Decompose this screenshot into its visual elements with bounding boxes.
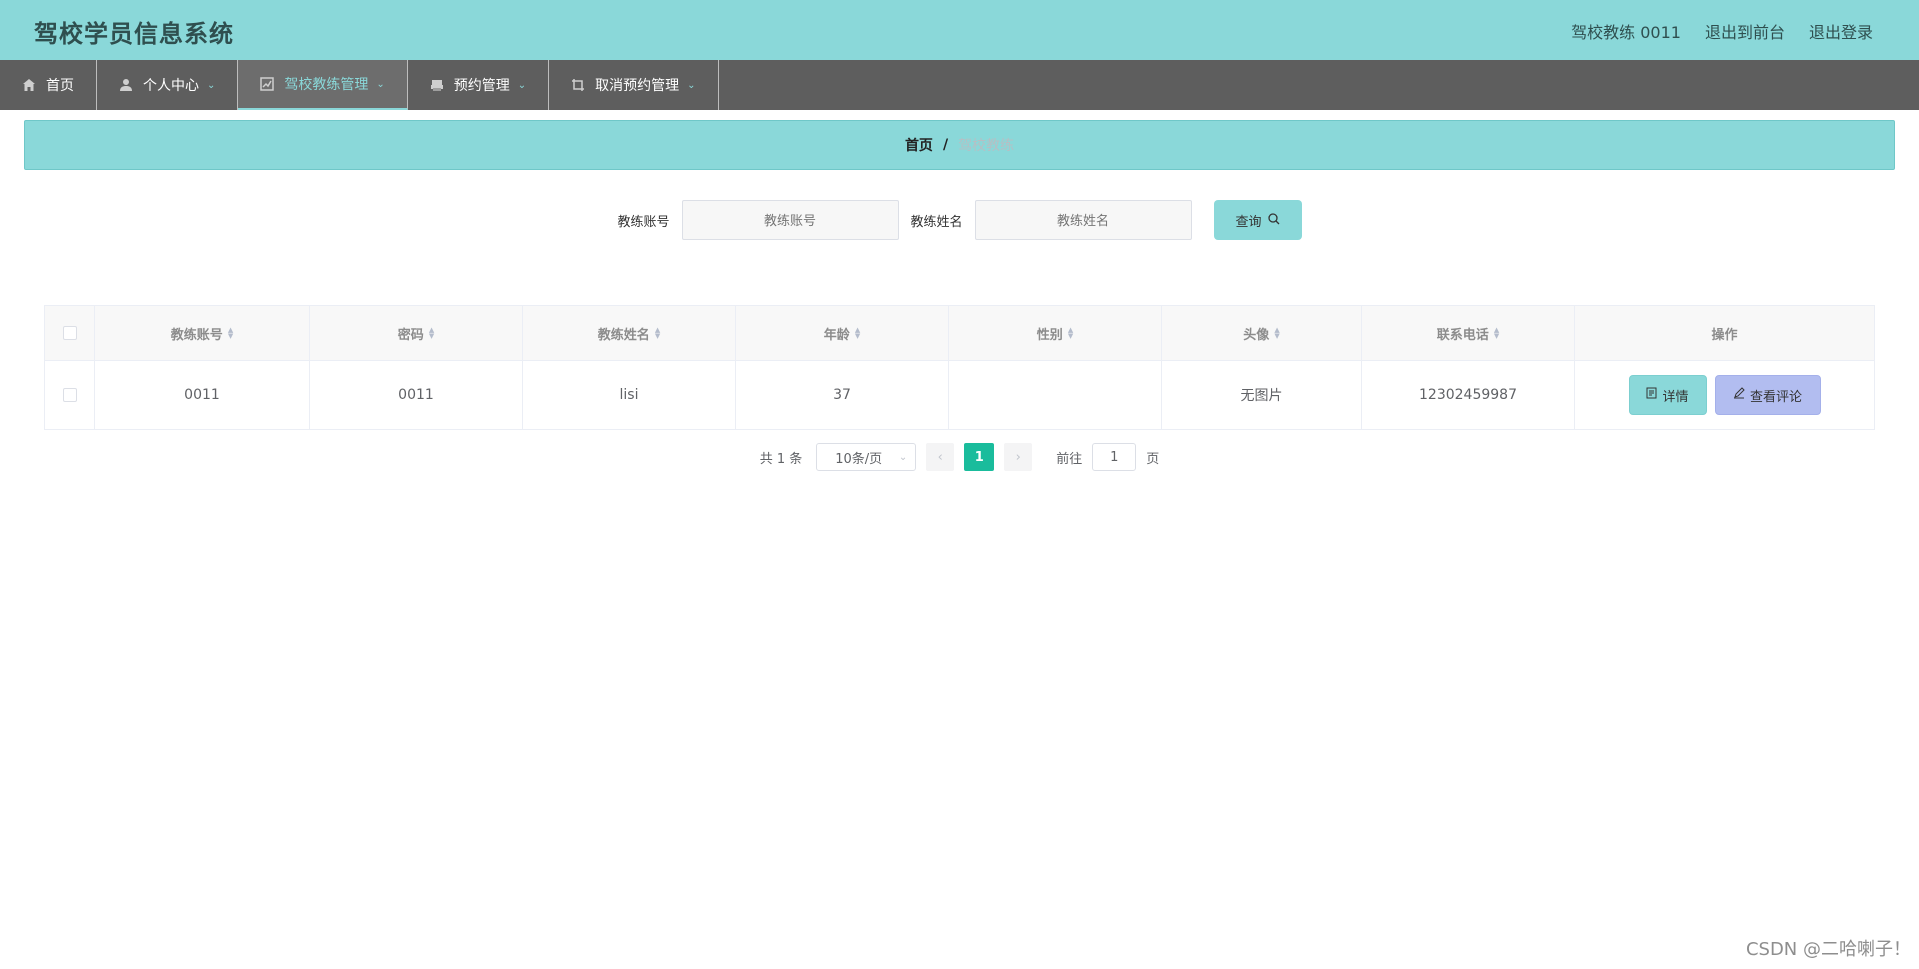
account-search-input[interactable] [681, 200, 899, 240]
view-reviews-label: 查看评论 [1749, 389, 1802, 405]
cell-age: 37 [736, 361, 949, 429]
header-phone[interactable]: 联系电话 ▲ ▼ [1362, 306, 1575, 360]
page-number-current[interactable]: 1 [964, 443, 995, 471]
chevron-right-icon: › [1015, 449, 1021, 465]
exit-to-front-link[interactable]: 退出到前台 [1705, 19, 1785, 43]
sort-icon[interactable]: ▲ ▼ [1274, 327, 1279, 340]
sort-icon[interactable]: ▲ ▼ [429, 327, 434, 340]
cell-name: lisi [523, 361, 736, 429]
sort-icon[interactable]: ▲ ▼ [1494, 327, 1499, 340]
total-count: 共 1 条 [759, 451, 803, 467]
pagination: 共 1 条 10条/页 ⌄ ‹ 1 › 前往 1 页 [24, 442, 1895, 472]
cell-password: 0011 [310, 361, 523, 429]
goto-page-input[interactable]: 1 [1092, 443, 1137, 471]
header-label: 性别 [1036, 327, 1063, 343]
header-name[interactable]: 教练姓名 ▲ ▼ [523, 306, 736, 360]
printer-icon [430, 78, 444, 92]
nav-item-personal-center[interactable]: 个人中心 ⌄ [97, 60, 239, 110]
coach-table: 教练账号 ▲ ▼ 密码 ▲ ▼ 教练姓名 ▲ ▼ 年龄 ▲ ▼ 性别 ▲ ▼ 头像 ▲ ▼ [44, 305, 1875, 430]
header-label: 头像 [1243, 327, 1270, 343]
nav-item-cancel-appointment-management[interactable]: 取消预约管理 ⌄ [549, 60, 719, 110]
select-all-cell [45, 306, 95, 360]
chevron-down-icon: ⌄ [517, 79, 527, 91]
select-all-checkbox[interactable] [62, 326, 77, 340]
main-panel: 教练账号 教练姓名 查询 教练账号 ▲▼ 密码 ▲▼ 教练姓名 [24, 180, 1895, 490]
chart-icon [260, 77, 275, 91]
header-label: 年龄 [823, 327, 850, 343]
table-row: 0011 0011 lisi 37 无图片 12302459987 详情 查看评… [45, 361, 1874, 429]
header-password[interactable]: 密码 ▲ ▼ [310, 306, 523, 360]
nav-label: 首页 [46, 78, 74, 94]
nav-item-coach-management[interactable]: 驾校教练管理 ⌄ [238, 60, 408, 110]
name-label: 教练姓名 [910, 214, 963, 230]
header-label: 教练姓名 [597, 327, 650, 343]
cell-avatar: 无图片 [1162, 361, 1362, 429]
page-suffix: 页 [1146, 451, 1160, 467]
header-links: 驾校教练 0011 退出到前台 退出登录 [1571, 19, 1873, 43]
search-icon [1267, 212, 1280, 228]
view-reviews-button[interactable]: 查看评论 [1714, 375, 1821, 415]
header-label: 操作 [1711, 327, 1738, 343]
document-icon [1646, 387, 1657, 403]
header-age[interactable]: 年龄 ▲ ▼ [736, 306, 949, 360]
header-label: 教练账号 [170, 327, 223, 343]
header-gender[interactable]: 性别 ▲ ▼ [949, 306, 1162, 360]
watermark: CSDN @二哈喇子！ [1745, 939, 1911, 960]
name-search-input[interactable] [974, 200, 1192, 240]
page-size-select[interactable]: 10条/页 ⌄ [816, 443, 917, 471]
search-bar: 教练账号 教练姓名 查询 [24, 180, 1895, 260]
crop-icon [571, 78, 585, 92]
sort-icon[interactable]: ▲ ▼ [855, 327, 860, 340]
logout-link[interactable]: 退出登录 [1809, 19, 1873, 43]
cell-gender [949, 361, 1162, 429]
search-button-label: 查询 [1235, 213, 1262, 229]
chevron-down-icon: ⌄ [207, 79, 216, 91]
header-label: 密码 [397, 327, 424, 343]
header-avatar[interactable]: 头像 ▲ ▼ [1162, 306, 1362, 360]
search-button[interactable]: 查询 [1213, 200, 1302, 240]
user-icon [119, 78, 133, 92]
nav-item-home[interactable]: 首页 [0, 60, 97, 110]
nav-item-appointment-management[interactable]: 预约管理 ⌄ [408, 60, 550, 110]
detail-button[interactable]: 详情 [1628, 375, 1707, 415]
chevron-down-icon: ⌄ [898, 451, 908, 463]
nav-label: 个人中心 [143, 78, 199, 94]
nav-label: 预约管理 [453, 78, 510, 94]
account-label: 教练账号 [617, 214, 670, 230]
chevron-down-icon: ⌄ [376, 78, 385, 90]
main-nav: 首页 个人中心 ⌄ 驾校教练管理 ⌄ 预约管理 ⌄ 取消预约管理 ⌄ [0, 60, 1919, 110]
home-icon [22, 78, 36, 92]
edit-icon [1733, 387, 1745, 403]
header-account[interactable]: 教练账号 ▲ ▼ [95, 306, 310, 360]
prev-page-button[interactable]: ‹ [926, 443, 955, 471]
header-label: 联系电话 [1436, 327, 1489, 343]
chevron-left-icon: ‹ [937, 449, 943, 465]
detail-button-label: 详情 [1662, 389, 1689, 405]
row-checkbox[interactable] [62, 388, 77, 402]
current-user: 驾校教练 0011 [1571, 23, 1681, 42]
top-header: 驾校学员信息系统 驾校教练 0011 退出到前台 退出登录 [0, 0, 1919, 60]
chevron-down-icon: ⌄ [687, 79, 696, 91]
sort-icon[interactable]: ▲ ▼ [655, 327, 660, 340]
app-title: 驾校学员信息系统 [34, 20, 234, 48]
sort-icon[interactable]: ▲ ▼ [1068, 327, 1073, 340]
breadcrumb-separator: / [942, 137, 949, 153]
row-select-cell [45, 361, 95, 429]
goto-label: 前往 [1056, 451, 1083, 467]
nav-label: 取消预约管理 [595, 78, 680, 94]
cell-actions: 详情 查看评论 [1575, 361, 1874, 429]
sort-icon[interactable]: ▲ ▼ [228, 327, 233, 340]
breadcrumb-current: 驾校教练 [958, 138, 1015, 154]
table-header-row: 教练账号 ▲ ▼ 密码 ▲ ▼ 教练姓名 ▲ ▼ 年龄 ▲ ▼ 性别 ▲ ▼ 头像 ▲ ▼ [45, 306, 1874, 361]
cell-phone: 12302459987 [1362, 361, 1575, 429]
header-actions: 操作 [1575, 306, 1874, 360]
next-page-button[interactable]: › [1004, 443, 1033, 471]
nav-label: 驾校教练管理 [284, 77, 369, 93]
page-size-value: 10条/页 [835, 451, 883, 467]
breadcrumb: 首页 / 驾校教练 [24, 120, 1895, 170]
breadcrumb-home[interactable]: 首页 [905, 135, 933, 155]
cell-account: 0011 [95, 361, 310, 429]
